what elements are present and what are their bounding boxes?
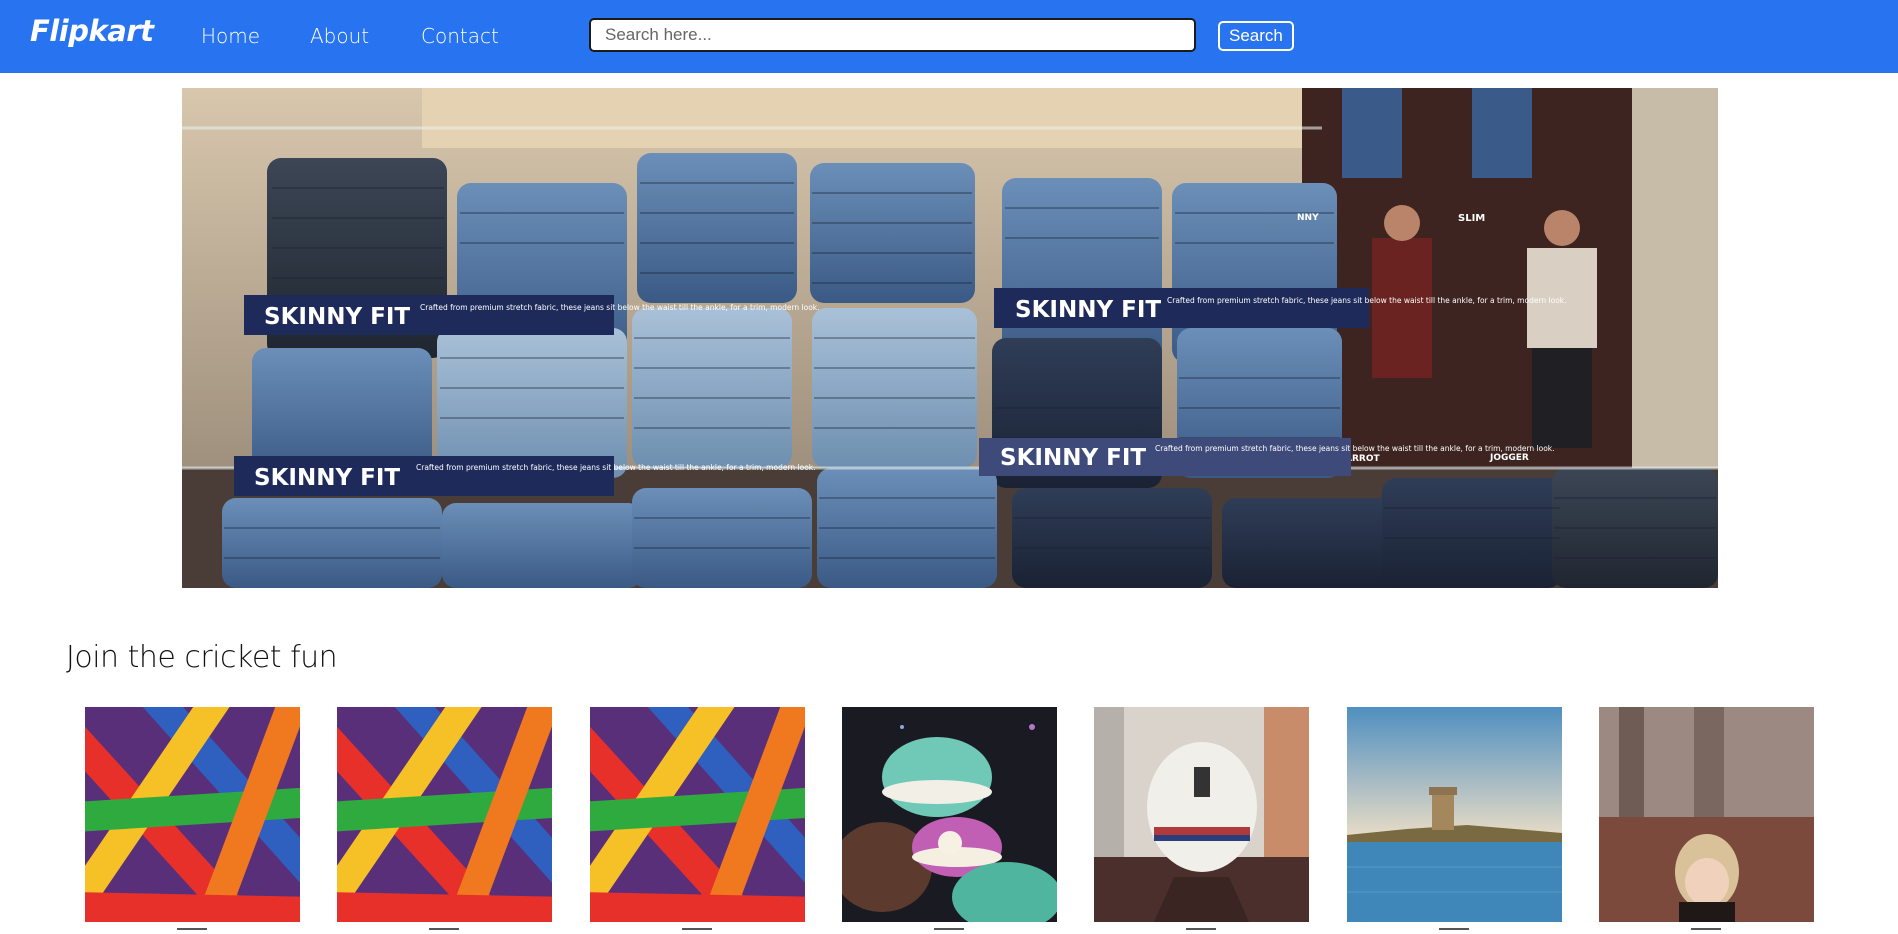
search-input[interactable] (589, 18, 1196, 52)
colorful-sticks-image (85, 707, 300, 922)
product-card[interactable] (1094, 707, 1309, 922)
hero-banner[interactable]: NNY SLIM ARROT JOGGER SKINNY FIT Crafted… (182, 88, 1718, 588)
label-title: SKINNY FIT (1000, 445, 1146, 471)
card-caption (337, 928, 552, 934)
nav-link-about[interactable]: About (310, 24, 369, 48)
product-card[interactable] (1599, 707, 1814, 922)
label-title: SKINNY FIT (254, 465, 400, 491)
macarons-image (842, 707, 1057, 922)
section-title: Join the cricket fun (66, 640, 338, 675)
label-title: SKINNY FIT (1015, 297, 1161, 323)
navbar: Flipkart Home About Contact Search (0, 0, 1898, 73)
label-text: Crafted from premium stretch fabric, the… (1155, 444, 1555, 453)
card-caption (85, 928, 300, 934)
card-caption (1599, 928, 1814, 934)
card-caption (1094, 928, 1309, 934)
label-title: SKINNY FIT (264, 304, 410, 330)
product-card[interactable] (85, 707, 300, 922)
card-caption (590, 928, 805, 934)
child-in-forest-image (1599, 707, 1814, 922)
label-text: Crafted from premium stretch fabric, the… (420, 303, 820, 312)
label-text: Crafted from premium stretch fabric, the… (416, 463, 816, 472)
label-text: Crafted from premium stretch fabric, the… (1167, 296, 1567, 305)
poster-label: SLIM (1458, 213, 1485, 224)
product-card[interactable] (337, 707, 552, 922)
product-card[interactable] (1347, 707, 1562, 922)
product-card[interactable] (590, 707, 805, 922)
brand-logo[interactable]: Flipkart (30, 14, 154, 48)
nav-link-home[interactable]: Home (201, 24, 260, 48)
nav-link-contact[interactable]: Contact (421, 24, 499, 48)
sea-tower-image (1347, 707, 1562, 922)
poster-label: JOGGER (1489, 453, 1529, 463)
jeans-stacks-image: NNY SLIM ARROT JOGGER SKINNY FIT Crafted… (182, 88, 1718, 588)
product-card[interactable] (842, 707, 1057, 922)
colorful-sticks-image (590, 707, 805, 922)
colorful-sticks-image (337, 707, 552, 922)
astronaut-helmet-image (1094, 707, 1309, 922)
card-caption (842, 928, 1057, 934)
poster-label: NNY (1297, 213, 1319, 223)
card-caption (1347, 928, 1562, 934)
search-button[interactable]: Search (1218, 21, 1294, 51)
